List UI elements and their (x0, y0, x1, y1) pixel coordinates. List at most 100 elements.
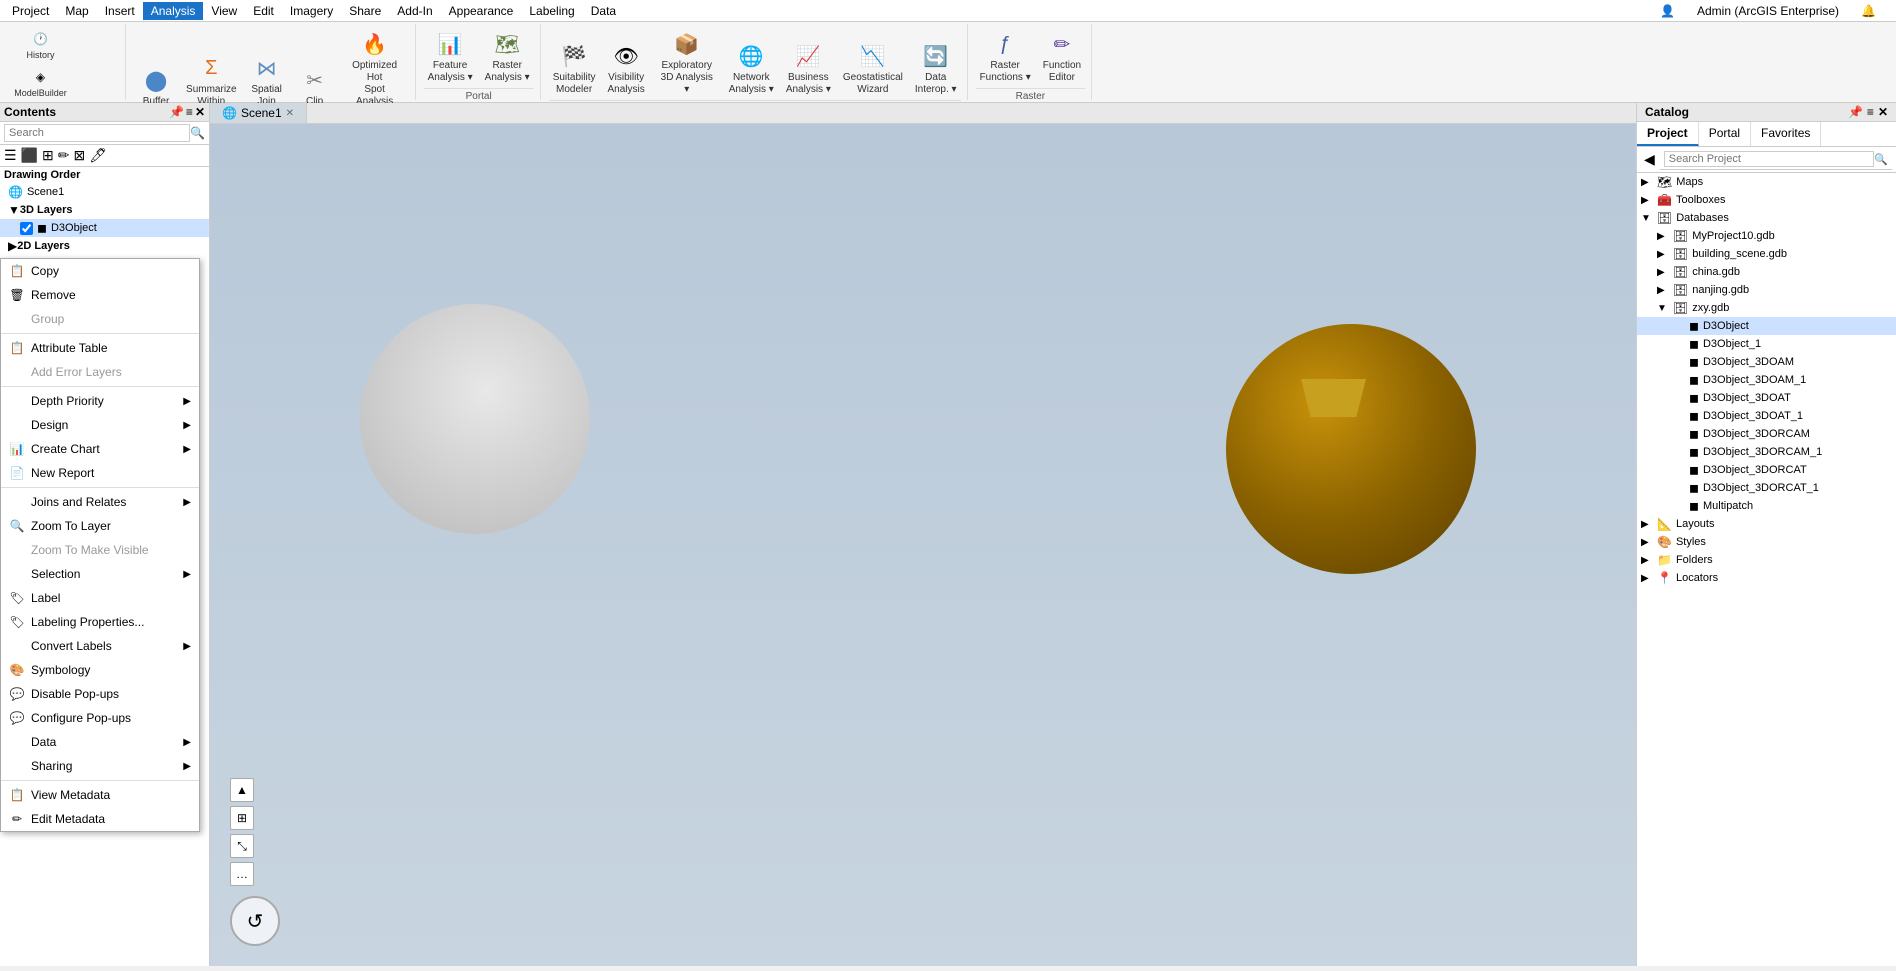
ctx-selection[interactable]: Selection ▶ (1, 562, 199, 586)
menu-map[interactable]: Map (57, 2, 96, 20)
ctx-copy[interactable]: 📋 Copy (1, 259, 199, 283)
ctx-depth-priority[interactable]: Depth Priority ▶ (1, 389, 199, 413)
menu-analysis[interactable]: Analysis (143, 2, 204, 20)
filter-icon[interactable]: ⊞ (42, 147, 54, 164)
data-interop-button[interactable]: 🔄 DataInterop. ▾ (911, 38, 961, 98)
ctx-configure-popups[interactable]: 💬 Configure Pop-ups (1, 706, 199, 730)
map-north-button[interactable]: ▲ (230, 778, 254, 802)
ctx-data[interactable]: Data ▶ (1, 730, 199, 754)
cat-d3object-3dorcat1[interactable]: ◼ D3Object_3DORCAT_1 (1637, 479, 1896, 497)
cat-d3object-3doam1[interactable]: ◼ D3Object_3DOAM_1 (1637, 371, 1896, 389)
menu-edit[interactable]: Edit (245, 2, 282, 20)
history-button[interactable]: 🕐 History (10, 26, 71, 62)
draw-icon[interactable]: ✏ (58, 147, 70, 164)
exploratory-3d-button[interactable]: 📦 Exploratory3D Analysis ▾ (653, 26, 721, 98)
layer-view-icon[interactable]: ⬛ (21, 147, 38, 164)
d3object-item[interactable]: ◼ D3Object (0, 219, 209, 237)
spatial-join-button[interactable]: ⋈ SpatialJoin (245, 50, 289, 110)
menu-addin[interactable]: Add-In (389, 2, 440, 20)
raster-functions-button[interactable]: ƒ RasterFunctions ▾ (976, 26, 1035, 86)
menu-labeling[interactable]: Labeling (521, 2, 582, 20)
catalog-back-icon[interactable]: ◀ (1641, 150, 1658, 169)
catalog-search-input[interactable] (1664, 151, 1875, 167)
ctx-sharing[interactable]: Sharing ▶ (1, 754, 199, 778)
menu-share[interactable]: Share (341, 2, 389, 20)
catalog-pin-icon[interactable]: 📌 (1848, 105, 1863, 119)
ctx-convert-labels[interactable]: Convert Labels ▶ (1, 634, 199, 658)
visibility-analysis-button[interactable]: 👁 VisibilityAnalysis (604, 38, 649, 98)
raster-analysis-button[interactable]: 🗺 RasterAnalysis ▾ (481, 26, 534, 86)
ctx-create-chart[interactable]: 📊 Create Chart ▶ (1, 437, 199, 461)
contents-close-icon[interactable]: ✕ (195, 105, 205, 119)
cat-styles[interactable]: ▶ 🎨 Styles (1637, 533, 1896, 551)
ctx-labeling-properties[interactable]: 🏷 Labeling Properties... (1, 610, 199, 634)
summarize-within-button[interactable]: Σ SummarizeWithin (182, 50, 241, 110)
map-info-button[interactable]: … (230, 862, 254, 886)
network-analysis-button[interactable]: 🌐 NetworkAnalysis ▾ (725, 38, 778, 98)
scene1-tab[interactable]: 🌐 Scene1 ✕ (210, 103, 307, 123)
catalog-search-button[interactable]: 🔍 (1874, 153, 1888, 166)
cat-myproject10[interactable]: ▶ 🗄 MyProject10.gdb (1637, 227, 1896, 245)
menu-data[interactable]: Data (583, 2, 624, 20)
ctx-view-metadata[interactable]: 📋 View Metadata (1, 783, 199, 807)
ctx-attribute-table[interactable]: 📋 Attribute Table (1, 336, 199, 360)
d3object-checkbox[interactable] (20, 222, 33, 235)
compass-circle[interactable]: ↺ (230, 896, 280, 946)
catalog-tab-project[interactable]: Project (1637, 122, 1699, 146)
cat-d3object-3dorcat[interactable]: ◼ D3Object_3DORCAT (1637, 461, 1896, 479)
cat-d3object1[interactable]: ◼ D3Object_1 (1637, 335, 1896, 353)
3d-layers-header[interactable]: ▼ 3D Layers (0, 201, 209, 219)
modelbuilder-button[interactable]: ◈ ModelBuilder (10, 64, 71, 100)
cat-databases[interactable]: ▼ 🗄 Databases (1637, 209, 1896, 227)
ctx-edit-metadata[interactable]: ✏ Edit Metadata (1, 807, 199, 831)
cat-china[interactable]: ▶ 🗄 china.gdb (1637, 263, 1896, 281)
business-analysis-button[interactable]: 📈 BusinessAnalysis ▾ (782, 38, 835, 98)
cat-nanjing[interactable]: ▶ 🗄 nanjing.gdb (1637, 281, 1896, 299)
menu-imagery[interactable]: Imagery (282, 2, 341, 20)
menu-view[interactable]: View (203, 2, 245, 20)
menu-insert[interactable]: Insert (97, 2, 143, 20)
map-zoom-button[interactable]: ⤡ (230, 834, 254, 858)
2d-layers-header[interactable]: ▶ 2D Layers (0, 237, 209, 255)
cat-zxy[interactable]: ▼ 🗄 zxy.gdb (1637, 299, 1896, 317)
contents-search-button[interactable]: 🔍 (190, 126, 205, 140)
group-icon[interactable]: ⊠ (73, 147, 85, 164)
map-expand-button[interactable]: ⊞ (230, 806, 254, 830)
edit-icon[interactable]: 🖊 (89, 147, 107, 164)
cat-d3object-3doam[interactable]: ◼ D3Object_3DOAM (1637, 353, 1896, 371)
cat-d3object-3doat[interactable]: ◼ D3Object_3DOAT (1637, 389, 1896, 407)
cat-multipatch[interactable]: ◼ Multipatch (1637, 497, 1896, 515)
feature-analysis-button[interactable]: 📊 FeatureAnalysis ▾ (424, 26, 477, 86)
ctx-remove[interactable]: 🗑 Remove (1, 283, 199, 307)
ctx-zoom-to-layer[interactable]: 🔍 Zoom To Layer (1, 514, 199, 538)
scene1-item[interactable]: 🌐 Scene1 (0, 183, 209, 201)
cat-maps[interactable]: ▶ 🗺 Maps (1637, 173, 1896, 191)
menu-project[interactable]: Project (4, 2, 57, 20)
cat-toolboxes[interactable]: ▶ 🧰 Toolboxes (1637, 191, 1896, 209)
compass[interactable]: ↺ (230, 896, 280, 946)
cat-locators[interactable]: ▶ 📍 Locators (1637, 569, 1896, 587)
function-editor-button[interactable]: ✏ FunctionEditor (1039, 26, 1085, 86)
catalog-tab-favorites[interactable]: Favorites (1751, 122, 1821, 146)
geostatistical-wizard-button[interactable]: 📉 GeostatisticalWizard (839, 38, 907, 98)
cat-d3object-3doat1[interactable]: ◼ D3Object_3DOAT_1 (1637, 407, 1896, 425)
cat-d3object[interactable]: ◼ D3Object (1637, 317, 1896, 335)
ctx-joins-relates[interactable]: Joins and Relates ▶ (1, 490, 199, 514)
catalog-close-icon[interactable]: ✕ (1878, 105, 1888, 119)
scene1-tab-close-icon[interactable]: ✕ (286, 108, 294, 119)
ctx-new-report[interactable]: 📄 New Report (1, 461, 199, 485)
cat-folders[interactable]: ▶ 📁 Folders (1637, 551, 1896, 569)
ctx-disable-popups[interactable]: 💬 Disable Pop-ups (1, 682, 199, 706)
contents-pin-icon[interactable]: 📌 (169, 105, 184, 119)
contents-menu-icon[interactable]: ≡ (186, 105, 193, 119)
suitability-modeler-button[interactable]: 🏁 SuitabilityModeler (549, 38, 600, 98)
catalog-tab-portal[interactable]: Portal (1699, 122, 1751, 146)
cat-d3object-3dorcam1[interactable]: ◼ D3Object_3DORCAM_1 (1637, 443, 1896, 461)
menu-appearance[interactable]: Appearance (441, 2, 522, 20)
ctx-design[interactable]: Design ▶ (1, 413, 199, 437)
scene-viewport[interactable]: ▲ ⊞ ⤡ … ↺ (210, 124, 1636, 966)
cat-layouts[interactable]: ▶ 📐 Layouts (1637, 515, 1896, 533)
contents-search-input[interactable] (4, 124, 190, 142)
ctx-label[interactable]: 🏷 Label (1, 586, 199, 610)
cat-building-scene[interactable]: ▶ 🗄 building_scene.gdb (1637, 245, 1896, 263)
